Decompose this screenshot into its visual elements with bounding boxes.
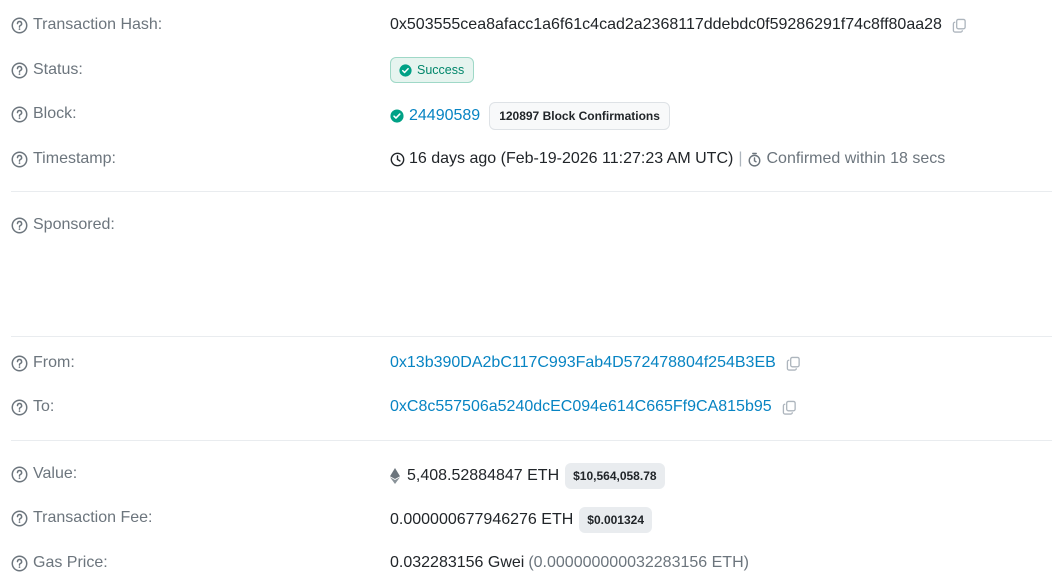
from-row: From: 0x13b390DA2bC117C993Fab4D572478804… xyxy=(0,352,1052,374)
block-label-text: Block: xyxy=(33,105,77,122)
transaction-fee-value: 0.000000677946276 ETH $0.001324 xyxy=(390,507,652,533)
to-label-text: To: xyxy=(33,398,55,415)
question-circle-icon[interactable] xyxy=(11,466,28,483)
status-row: Status: Success xyxy=(0,56,1052,86)
transaction-hash-text[interactable]: 0x503555cea8afacc1a6f61c4cad2a2368117dde… xyxy=(390,16,942,34)
timestamp-label-text: Timestamp: xyxy=(33,150,116,167)
section-divider xyxy=(11,191,1052,192)
question-circle-icon[interactable] xyxy=(11,355,28,372)
copy-icon[interactable] xyxy=(782,400,797,415)
block-row: Block: 24490589 120897 Block Confirmatio… xyxy=(0,102,1052,130)
transaction-hash-label: Transaction Hash: xyxy=(11,16,162,34)
to-value: 0xC8c557506a5240dcEC094e614C665Ff9CA815b… xyxy=(390,398,797,416)
ethereum-icon xyxy=(390,468,401,484)
question-circle-icon[interactable] xyxy=(11,106,28,123)
transaction-fee-label: Transaction Fee: xyxy=(11,509,152,527)
question-circle-icon[interactable] xyxy=(11,510,28,527)
section-divider xyxy=(11,336,1052,337)
confirmed-within-text: Confirmed within 18 secs xyxy=(766,150,946,167)
sponsored-slot xyxy=(390,214,990,294)
value-label: Value: xyxy=(11,465,77,483)
transaction-fee-amount: 0.000000677946276 ETH xyxy=(390,511,574,528)
timestamp-label: Timestamp: xyxy=(11,150,116,168)
status-label-text: Status: xyxy=(33,61,83,78)
gas-price-row: Gas Price: 0.032283156 Gwei (0.000000000… xyxy=(0,552,1052,574)
transaction-hash-label-text: Transaction Hash: xyxy=(33,16,163,33)
block-confirmations-badge: 120897 Block Confirmations xyxy=(489,102,670,130)
value-row: Value: 5,408.52884847 ETH $10,564,058.78 xyxy=(0,462,1052,490)
question-circle-icon[interactable] xyxy=(11,555,28,572)
check-circle-icon xyxy=(399,63,412,77)
sponsored-label-text: Sponsored: xyxy=(33,216,115,233)
block-number-link[interactable]: 24490589 xyxy=(409,107,480,125)
sponsored-row: Sponsored: xyxy=(0,214,1052,236)
status-badge-text: Success xyxy=(417,63,465,77)
gas-price-eth: (0.000000000032283156 ETH) xyxy=(528,554,749,571)
value-label-text: Value: xyxy=(33,465,78,482)
to-row: To: 0xC8c557506a5240dcEC094e614C665Ff9CA… xyxy=(0,396,1052,418)
status-label: Status: xyxy=(11,61,83,79)
transaction-fee-label-text: Transaction Fee: xyxy=(33,509,153,526)
from-value: 0x13b390DA2bC117C993Fab4D572478804f254B3… xyxy=(390,354,801,372)
copy-icon[interactable] xyxy=(952,18,967,33)
to-address-link[interactable]: 0xC8c557506a5240dcEC094e614C665Ff9CA815b… xyxy=(390,398,772,416)
to-label: To: xyxy=(11,398,54,416)
gas-price-label: Gas Price: xyxy=(11,554,108,572)
block-value: 24490589 120897 Block Confirmations xyxy=(390,102,670,130)
timestamp-row: Timestamp: 16 days ago (Feb-19-2026 11:2… xyxy=(0,148,1052,170)
status-value: Success xyxy=(390,57,475,83)
timestamp-text: 16 days ago (Feb-19-2026 11:27:23 AM UTC… xyxy=(409,150,734,167)
transaction-hash-value: 0x503555cea8afacc1a6f61c4cad2a2368117dde… xyxy=(390,16,967,34)
question-circle-icon[interactable] xyxy=(11,217,28,234)
value-usd-badge: $10,564,058.78 xyxy=(565,463,665,489)
question-circle-icon[interactable] xyxy=(11,62,28,79)
value-amount: 5,408.52884847 ETH xyxy=(407,467,560,484)
check-circle-icon xyxy=(390,109,404,123)
timestamp-separator: | xyxy=(738,150,743,167)
transaction-fee-usd-badge: $0.001324 xyxy=(579,507,652,533)
question-circle-icon[interactable] xyxy=(11,17,28,34)
stopwatch-icon xyxy=(747,152,762,167)
status-badge: Success xyxy=(390,57,475,83)
from-label-text: From: xyxy=(33,354,75,371)
gas-price-value: 0.032283156 Gwei (0.000000000032283156 E… xyxy=(390,554,749,572)
gas-price-label-text: Gas Price: xyxy=(33,554,108,571)
section-divider xyxy=(11,440,1052,441)
from-address-link[interactable]: 0x13b390DA2bC117C993Fab4D572478804f254B3… xyxy=(390,354,776,372)
copy-icon[interactable] xyxy=(786,356,801,371)
value-value: 5,408.52884847 ETH $10,564,058.78 xyxy=(390,463,665,489)
block-label: Block: xyxy=(11,105,77,123)
gas-price-gwei: 0.032283156 Gwei xyxy=(390,554,525,571)
clock-icon xyxy=(390,152,405,167)
question-circle-icon[interactable] xyxy=(11,151,28,168)
transaction-hash-row: Transaction Hash: 0x503555cea8afacc1a6f6… xyxy=(0,14,1052,36)
from-label: From: xyxy=(11,354,75,372)
timestamp-value: 16 days ago (Feb-19-2026 11:27:23 AM UTC… xyxy=(390,150,945,168)
transaction-fee-row: Transaction Fee: 0.000000677946276 ETH $… xyxy=(0,506,1052,534)
question-circle-icon[interactable] xyxy=(11,399,28,416)
sponsored-label: Sponsored: xyxy=(11,216,115,234)
